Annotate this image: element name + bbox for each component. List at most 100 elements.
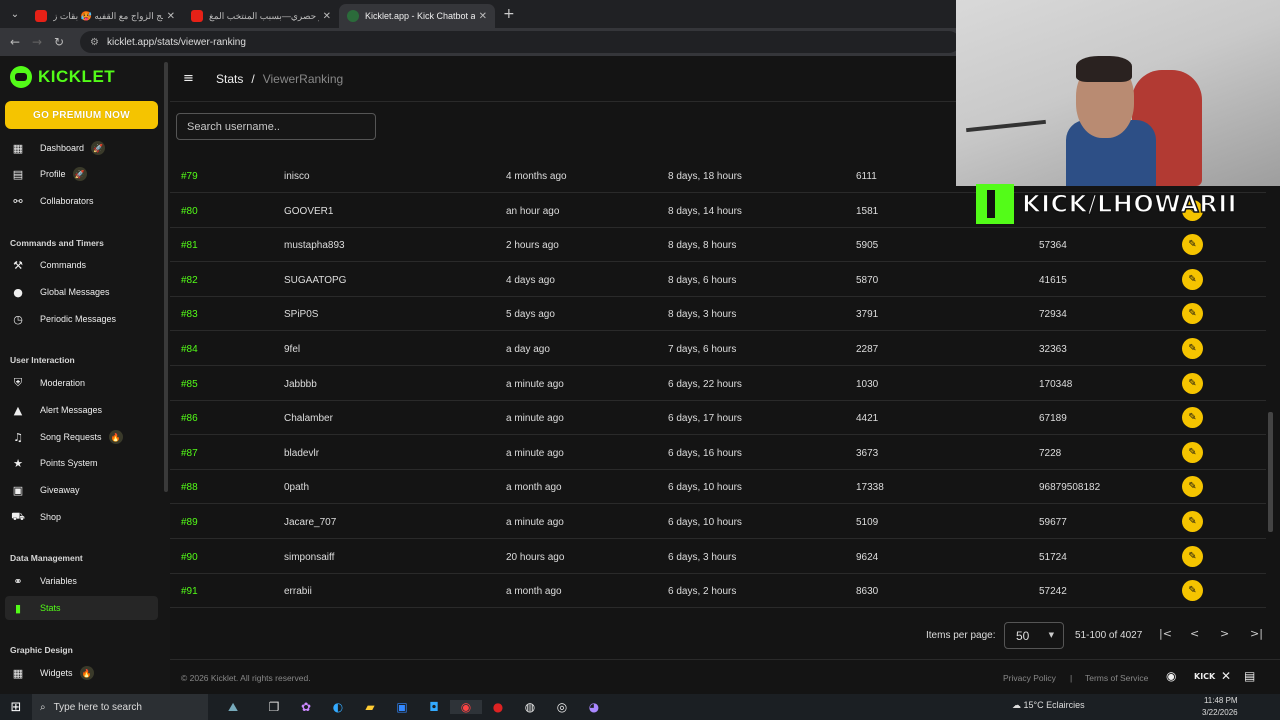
sidebar-item-collaborators[interactable]: ⚯ Collaborators	[5, 189, 158, 213]
sidebar-item-song-requests[interactable]: ♫ Song Requests 🔥	[5, 425, 158, 449]
site-info-icon[interactable]: ⚙	[90, 37, 99, 48]
edit-pencil-icon[interactable]: ✎	[1182, 407, 1203, 429]
close-tab-icon[interactable]: ✕	[167, 11, 175, 22]
search-input[interactable]	[176, 113, 376, 140]
landscape-widget-icon[interactable]: ⛰	[208, 700, 258, 715]
kicklet-logo[interactable]: KICKLET	[10, 66, 115, 88]
footer-separator: |	[1070, 673, 1073, 683]
file-explorer-icon[interactable]: ▰	[354, 700, 386, 714]
menu-toggle-icon[interactable]: ≡	[183, 71, 197, 86]
sidebar-item-widgets[interactable]: ▦ Widgets 🔥	[5, 661, 158, 685]
sidebar-item-periodic-messages[interactable]: ◷ Periodic Messages	[5, 307, 158, 331]
edit-pencil-icon[interactable]: ✎	[1182, 303, 1203, 325]
table-row[interactable]: #89 Jacare_707 a minute ago 6 days, 10 hour…	[170, 504, 1266, 539]
first-page-icon[interactable]: |<	[1159, 627, 1172, 640]
breadcrumb-stats[interactable]: Stats	[216, 72, 243, 86]
edge-icon[interactable]: ◐	[322, 700, 354, 714]
watchtime-cell: 8 days, 3 hours	[668, 309, 737, 321]
sidebar-item-giveaway[interactable]: ▣ Giveaway	[5, 478, 158, 502]
microphone-arm	[966, 119, 1046, 133]
app-discord-icon[interactable]: ◕	[578, 700, 610, 714]
back-arrow-icon[interactable]: ←	[4, 35, 26, 49]
store-icon[interactable]: ▣	[386, 700, 418, 714]
prev-page-icon[interactable]: <	[1190, 627, 1199, 640]
watchtime-cell: 6 days, 10 hours	[668, 517, 742, 528]
x-twitter-icon[interactable]: ✕	[1221, 669, 1231, 683]
task-view-icon[interactable]: ❐	[258, 700, 290, 714]
sidebar-item-commands[interactable]: ⚒ Commands	[5, 253, 158, 277]
tab-title: خبر حصري—بسبب المنتخب المغ...	[209, 10, 319, 21]
forward-arrow-icon[interactable]: →	[26, 35, 48, 49]
table-row[interactable]: #82 SUGAATOPG 4 days ago 8 days, 6 hours 587…	[170, 262, 1266, 297]
edit-pencil-icon[interactable]: ✎	[1182, 580, 1203, 602]
messages-cell: 4421	[856, 413, 879, 425]
sidebar-item-alert-messages[interactable]: ▲ Alert Messages	[5, 398, 158, 422]
last-seen-cell: a month ago	[506, 586, 562, 598]
weather-widget[interactable]: ☁ 15°C Eclaircies	[1012, 700, 1085, 711]
edit-pencil-icon[interactable]: ✎	[1182, 338, 1203, 359]
sidebar-item-stats[interactable]: ▮ Stats	[5, 596, 158, 620]
edit-pencil-icon[interactable]: ✎	[1182, 441, 1203, 463]
browser-tab[interactable]: برنامج الزواج مع القفيه 🥵 بقات ز... ✕	[27, 4, 183, 28]
last-seen-cell: an hour ago	[506, 205, 560, 217]
sidebar-item-profile[interactable]: ▤ Profile 🚀	[5, 162, 158, 186]
music-note-icon: ♫	[13, 430, 23, 444]
url-field[interactable]: ⚙ kicklet.app/stats/viewer-ranking	[80, 31, 960, 53]
kick-link[interactable]: KICK	[1194, 672, 1215, 681]
sidebar-item-shop[interactable]: ⛟ Shop	[5, 505, 158, 529]
table-row[interactable]: #88 0path a month ago 6 days, 10 hours 17338…	[170, 469, 1266, 505]
footer: © 2026 Kicklet. All rights reserved. Pri…	[170, 659, 1280, 694]
sidebar-item-variables[interactable]: ⚭ Variables	[5, 569, 158, 593]
tab-search-icon[interactable]: ⌄	[3, 4, 27, 24]
browser-tab-active[interactable]: Kicklet.app - Kick Chatbot and ... ✕	[339, 4, 495, 28]
chrome-icon[interactable]: ◉	[450, 700, 482, 714]
next-page-icon[interactable]: >	[1220, 627, 1229, 640]
browser-tab[interactable]: خبر حصري—بسبب المنتخب المغ... ✕	[183, 4, 339, 28]
copilot-icon[interactable]: ✿	[290, 700, 322, 714]
sidebar-item-points-system[interactable]: ★ Points System	[5, 451, 158, 475]
app-steam-icon[interactable]: ◍	[514, 700, 546, 714]
edit-pencil-icon[interactable]: ✎	[1182, 476, 1203, 498]
close-tab-icon[interactable]: ✕	[323, 11, 331, 22]
taskbar-search[interactable]: ⌕ Type here to search	[32, 694, 208, 720]
star-icon: ★	[13, 456, 23, 470]
privacy-policy-link[interactable]: Privacy Policy	[1003, 673, 1056, 683]
new-tab-button[interactable]: +	[503, 6, 515, 22]
go-premium-button[interactable]: GO PREMIUM NOW	[5, 101, 158, 129]
table-row[interactable]: #84 9fel a day ago 7 days, 6 hours 2287 32363…	[170, 331, 1266, 366]
sidebar-scrollbar[interactable]	[164, 62, 168, 492]
sidebar-item-label: Widgets	[40, 668, 73, 678]
app-red-icon[interactable]: ●	[482, 700, 514, 714]
streamer-hair	[1076, 56, 1132, 82]
discord-icon[interactable]: ◉	[1166, 669, 1176, 683]
last-page-icon[interactable]: >|	[1250, 627, 1263, 640]
table-row[interactable]: #86 Chalamber a minute ago 6 days, 17 hours…	[170, 400, 1266, 436]
sidebar-item-dashboard[interactable]: ▦ Dashboard 🚀	[5, 136, 158, 160]
points-cell: 7228	[1039, 447, 1062, 459]
table-row[interactable]: #91 errabii a month ago 6 days, 2 hours 8630…	[170, 573, 1266, 609]
app-4k-icon[interactable]: ◎	[546, 700, 578, 714]
main-scrollbar[interactable]	[1268, 412, 1273, 532]
table-row[interactable]: #81 mustapha893 2 hours ago 8 days, 8 hours…	[170, 227, 1266, 263]
outlook-icon[interactable]: ◘	[418, 700, 450, 714]
document-icon[interactable]: ▤	[1244, 669, 1255, 683]
edit-pencil-icon[interactable]: ✎	[1182, 372, 1203, 394]
items-per-page-select[interactable]: 50 ▼	[1004, 622, 1064, 649]
sidebar-item-moderation[interactable]: ⛨ Moderation	[5, 371, 158, 395]
system-clock[interactable]: 11:48 PM 3/22/2026	[1202, 695, 1238, 719]
sidebar-item-global-messages[interactable]: ● Global Messages	[5, 280, 158, 304]
username-cell: Chalamber	[284, 413, 333, 425]
close-tab-icon[interactable]: ✕	[479, 11, 487, 22]
table-row[interactable]: #87 bladevlr a minute ago 6 days, 16 hours 3…	[170, 435, 1266, 470]
edit-pencil-icon[interactable]: ✎	[1182, 511, 1203, 532]
table-row[interactable]: #83 SPiP0S 5 days ago 8 days, 3 hours 3791 72…	[170, 296, 1266, 332]
table-row[interactable]: #85 Jabbbb a minute ago 6 days, 22 hours 103…	[170, 366, 1266, 401]
reload-icon[interactable]: ↻	[48, 35, 70, 49]
edit-pencil-icon[interactable]: ✎	[1182, 545, 1203, 567]
rank-cell: #87	[181, 447, 198, 459]
edit-pencil-icon[interactable]: ✎	[1182, 268, 1203, 290]
edit-pencil-icon[interactable]: ✎	[1182, 234, 1203, 256]
terms-of-service-link[interactable]: Terms of Service	[1085, 673, 1148, 683]
table-row[interactable]: #90 simponsaiff 20 hours ago 6 days, 3 hour…	[170, 539, 1266, 574]
windows-start-icon[interactable]: ⊞	[0, 700, 32, 715]
